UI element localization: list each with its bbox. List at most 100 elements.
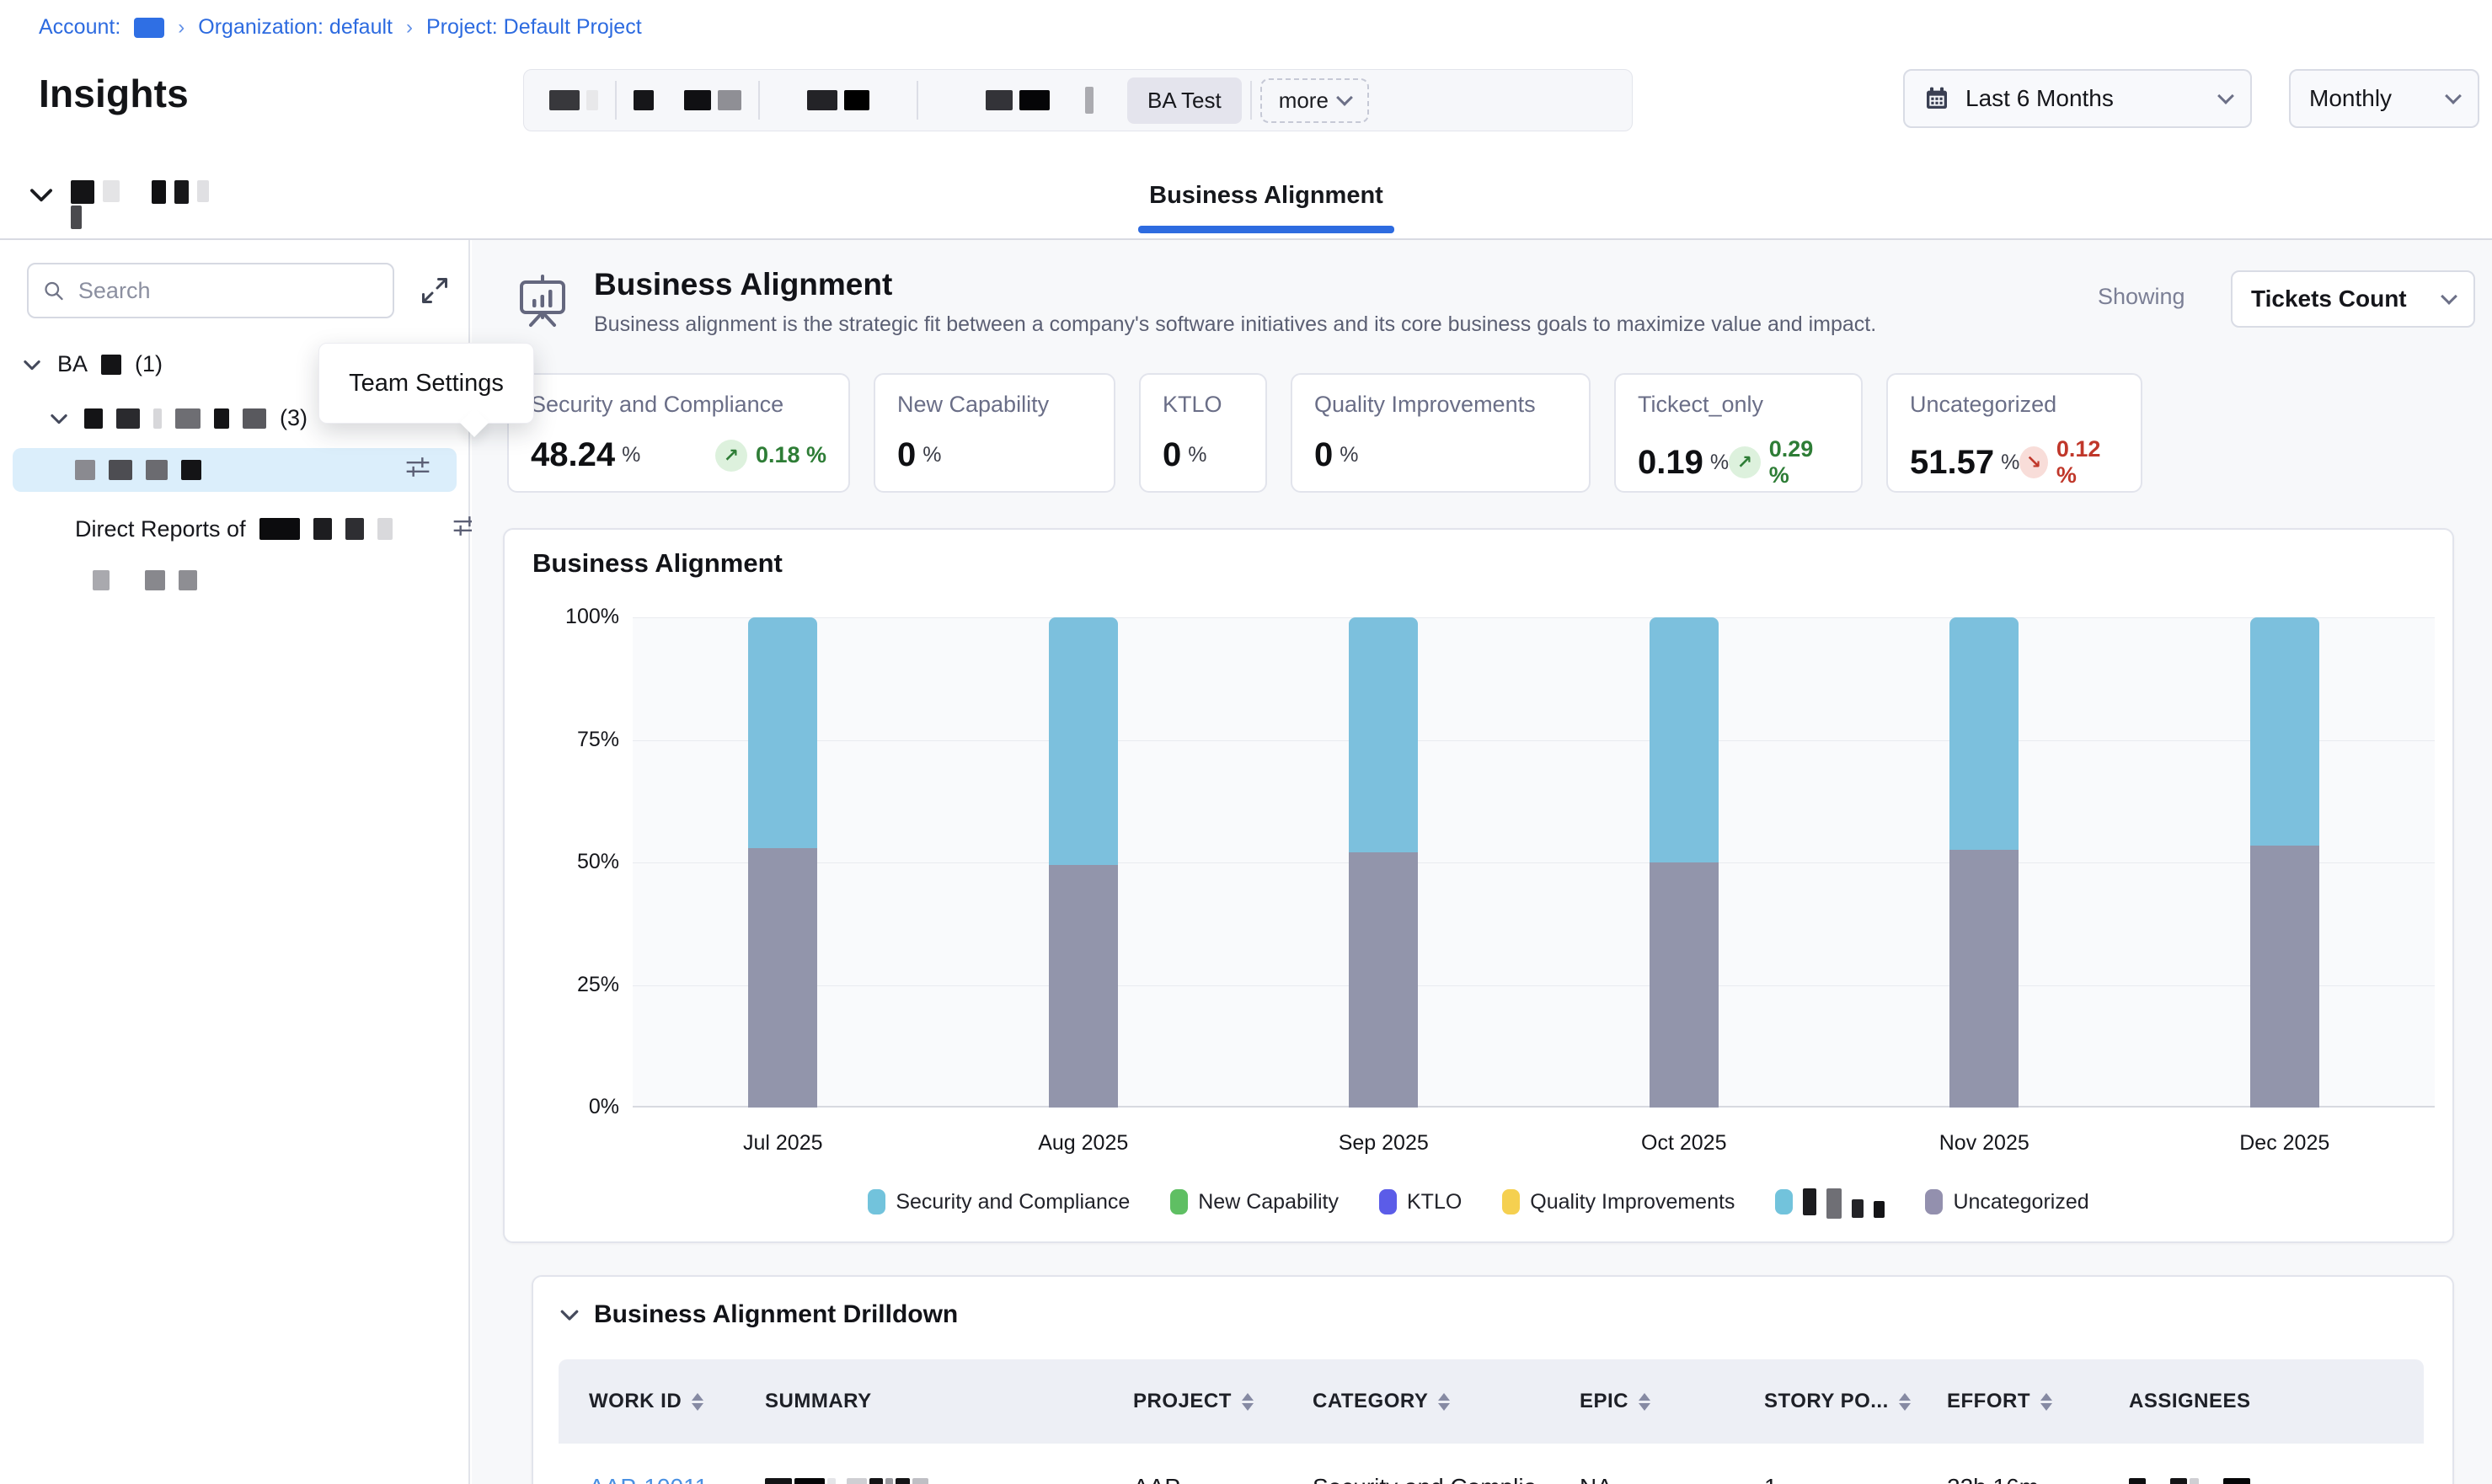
- cell-story-points: 1: [1764, 1474, 1947, 1484]
- column-header-effort[interactable]: EFFORT: [1947, 1390, 2129, 1413]
- x-axis-tick-label: Aug 2025: [999, 1131, 1168, 1156]
- gridline: [633, 617, 2435, 618]
- tooltip-text: Team Settings: [349, 370, 504, 398]
- redacted-block: [84, 408, 103, 429]
- legend-item[interactable]: KTLO: [1379, 1189, 1462, 1214]
- chevron-down-icon: [25, 179, 57, 211]
- metric-label: KTLO: [1163, 392, 1243, 418]
- bar-segment-security-and-compliance: [748, 617, 817, 848]
- breadcrumb-organization[interactable]: Organization: default: [198, 15, 393, 40]
- tree-node-group[interactable]: (3): [47, 405, 307, 431]
- gridline: [633, 985, 2435, 986]
- granularity-dropdown[interactable]: Monthly: [2289, 69, 2479, 128]
- showing-label: Showing: [2098, 284, 2185, 310]
- metric-card: Quality Improvements0%: [1291, 373, 1591, 493]
- bar-segment-uncategorized: [1949, 850, 2019, 1108]
- column-header-project[interactable]: PROJECT: [1133, 1390, 1313, 1413]
- redacted-block: [101, 355, 121, 375]
- chevron-down-icon[interactable]: [557, 1302, 582, 1327]
- cell-effort: 22h 16m: [1947, 1474, 2129, 1484]
- redacted-block: [259, 518, 300, 540]
- redacted-block: [75, 460, 95, 480]
- metric-unit: %: [2001, 451, 2019, 475]
- date-range-dropdown[interactable]: Last 6 Months: [1903, 69, 2252, 128]
- chevron-down-icon: [2441, 288, 2457, 305]
- redacted-block: [146, 460, 168, 480]
- redacted-block: [313, 518, 332, 540]
- metric-delta: ↗0.29 %: [1729, 436, 1839, 488]
- showing-dropdown[interactable]: Tickets Count: [2231, 270, 2475, 328]
- redacted-block: [765, 1478, 792, 1484]
- legend-item[interactable]: Security and Compliance: [868, 1189, 1130, 1214]
- stacked-bar: [1949, 617, 2019, 1108]
- expand-icon: [420, 275, 450, 306]
- metric-label: Tickect_only: [1638, 392, 1839, 418]
- y-axis-tick-label: 50%: [535, 850, 619, 874]
- section-description: Business alignment is the strategic fit …: [594, 312, 1876, 337]
- tree-node-label: BA: [57, 351, 88, 377]
- more-filters-button[interactable]: more: [1260, 78, 1369, 123]
- legend-label: KTLO: [1407, 1190, 1462, 1214]
- search-input[interactable]: [77, 277, 379, 305]
- x-axis-tick-label: Nov 2025: [1900, 1131, 2068, 1156]
- column-header-story-po[interactable]: STORY PO...: [1764, 1390, 1947, 1413]
- breadcrumb-account[interactable]: Account:: [39, 15, 120, 40]
- chart-card: Business Alignment 100%75%50%25%0% Jul 2…: [503, 528, 2454, 1243]
- bar-segment-uncategorized: [1049, 865, 1118, 1108]
- redacted-block: [153, 408, 162, 429]
- metric-card: Tickect_only0.19%↗0.29 %: [1614, 373, 1863, 493]
- legend-item[interactable]: New Capability: [1170, 1189, 1339, 1214]
- tree-node-ba[interactable]: BA (1): [20, 351, 163, 377]
- legend-item[interactable]: Quality Improvements: [1502, 1189, 1735, 1214]
- legend-label: Quality Improvements: [1530, 1190, 1735, 1214]
- redacted-block: [1874, 1201, 1885, 1218]
- collapse-section-button[interactable]: [25, 179, 57, 215]
- metric-label: Quality Improvements: [1314, 392, 1567, 418]
- legend-item[interactable]: [1775, 1185, 1885, 1219]
- ba-test-filter-button[interactable]: BA Test: [1127, 77, 1242, 124]
- filter-chip-redacted[interactable]: [532, 70, 615, 131]
- sidebar: BA (1) (3): [0, 240, 470, 1484]
- team-settings-button[interactable]: [404, 454, 431, 487]
- column-header-category[interactable]: CATEGORY: [1313, 1390, 1580, 1413]
- sliders-icon: [404, 454, 431, 481]
- filter-chip-redacted[interactable]: [617, 70, 758, 131]
- bar-segment-security-and-compliance: [1049, 617, 1118, 865]
- column-header-work-id[interactable]: WORK ID: [589, 1390, 765, 1413]
- cell-category: Security and Complia...: [1313, 1474, 1580, 1484]
- filter-chip-redacted[interactable]: [760, 70, 917, 131]
- filter-chip-redacted[interactable]: [918, 70, 1119, 131]
- tree-item-redacted[interactable]: [93, 558, 457, 602]
- legend-swatch: [1379, 1189, 1397, 1214]
- redacted-section-label: [71, 180, 209, 204]
- legend-item[interactable]: Uncategorized: [1925, 1189, 2088, 1214]
- tree-item-selected[interactable]: [13, 448, 457, 492]
- date-range-value: Last 6 Months: [1965, 85, 2114, 112]
- cell-assignees: [2129, 1474, 2420, 1484]
- redacted-block: [827, 1478, 836, 1484]
- calendar-icon: [1923, 85, 1950, 112]
- bar-segment-security-and-compliance: [2250, 617, 2319, 846]
- more-label: more: [1279, 88, 1329, 114]
- column-header-assignees: ASSIGNEES: [2129, 1390, 2420, 1413]
- redacted-block: [116, 408, 140, 429]
- metric-delta: ↗0.18 %: [715, 440, 826, 472]
- bar-segment-security-and-compliance: [1349, 617, 1418, 852]
- trend-down-icon: ↘: [2019, 446, 2048, 478]
- cell-project: AAP: [1133, 1474, 1313, 1484]
- stacked-bar: [1349, 617, 1418, 1108]
- y-axis-tick-label: 0%: [535, 1095, 619, 1119]
- work-id-link[interactable]: AAP-10011: [589, 1474, 708, 1484]
- breadcrumb-project[interactable]: Project: Default Project: [426, 15, 642, 40]
- expand-panel-button[interactable]: [416, 272, 453, 309]
- metric-cards: Security and Compliance48.24%↗0.18 %New …: [507, 373, 2142, 493]
- tab-business-alignment[interactable]: Business Alignment: [1138, 182, 1394, 210]
- redacted-block: [2190, 1478, 2199, 1484]
- column-header-epic[interactable]: EPIC: [1580, 1390, 1764, 1413]
- redacted-block: [345, 518, 364, 540]
- trend-up-icon: ↗: [715, 440, 747, 472]
- metric-label: Security and Compliance: [531, 392, 826, 418]
- tree-item-direct-reports[interactable]: Direct Reports of: [75, 507, 457, 551]
- redacted-block: [179, 570, 197, 590]
- redacted-block: [912, 1478, 928, 1484]
